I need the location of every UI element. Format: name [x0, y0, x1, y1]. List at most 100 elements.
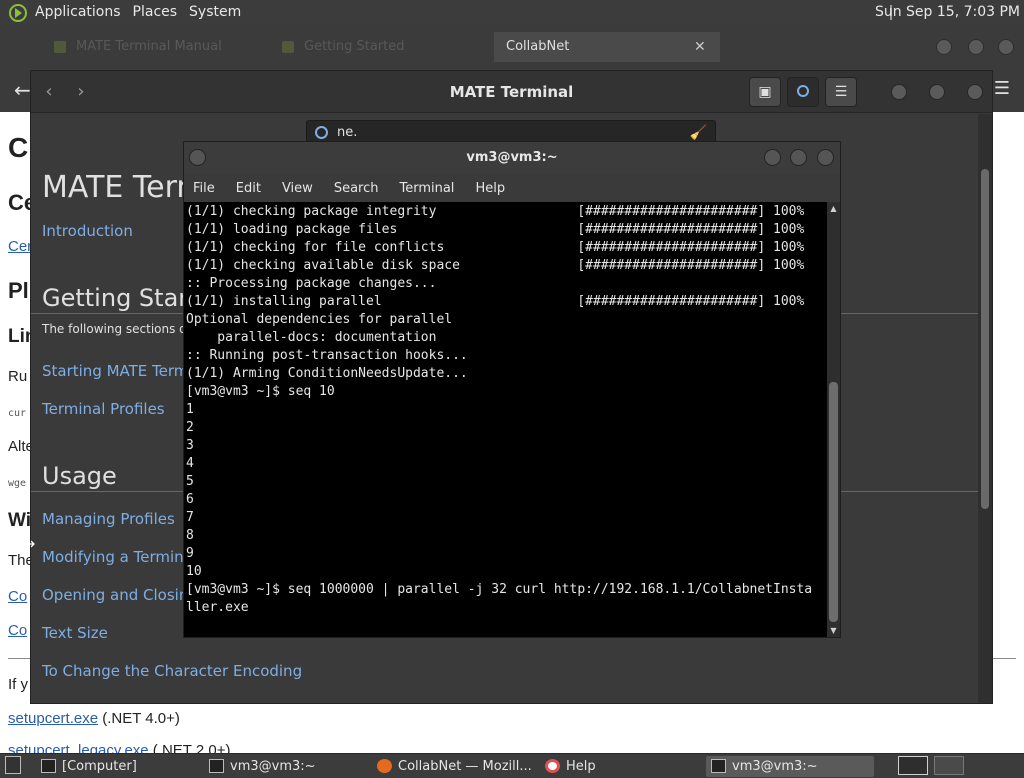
- ff-maximize-icon[interactable]: [968, 39, 984, 55]
- task-help[interactable]: Help: [540, 756, 700, 777]
- terminal-line: 3: [186, 438, 194, 453]
- help-search-button[interactable]: [787, 77, 819, 107]
- terminal-line: 1: [186, 402, 194, 417]
- help-link-profiles[interactable]: Terminal Profiles: [42, 400, 165, 418]
- terminal-icon: [711, 759, 726, 773]
- firefox-tab-2[interactable]: Getting Started: [278, 32, 478, 62]
- top-panel: Applications Places System Sun Sep 15, 7…: [0, 0, 1024, 25]
- terminal-line: [vm3@vm3 ~]$ seq 10: [186, 384, 335, 399]
- tab-favicon-icon: [282, 41, 294, 53]
- terminal-menubar: File Edit View Search Terminal Help: [184, 174, 840, 202]
- terminal-line: 9: [186, 546, 194, 561]
- help-scroll-thumb[interactable]: [981, 169, 989, 509]
- task-computer[interactable]: [Computer]: [36, 756, 196, 777]
- terminal-line: ller.exe: [186, 600, 249, 615]
- terminal-titlebar[interactable]: vm3@vm3:~: [184, 142, 840, 174]
- task-label: [Computer]: [62, 759, 137, 774]
- page-link[interactable]: Co: [8, 588, 27, 605]
- page-section-heading: Wi: [8, 510, 32, 531]
- system-menu[interactable]: System: [183, 0, 247, 25]
- terminal-line: [vm3@vm3 ~]$ seq 1000000 | parallel -j 3…: [186, 582, 813, 597]
- menu-file[interactable]: File: [193, 181, 215, 196]
- terminal-minimize-icon[interactable]: [764, 149, 781, 166]
- terminal-maximize-icon[interactable]: [790, 149, 807, 166]
- help-link-text-size[interactable]: Text Size: [42, 624, 108, 642]
- folder-icon: ▣: [758, 84, 772, 100]
- terminal-close-icon[interactable]: [817, 149, 834, 166]
- firefox-tab-collabnet[interactable]: CollabNet ✕: [494, 32, 720, 62]
- terminal-line: 10: [186, 564, 202, 579]
- page-heading: C: [8, 132, 29, 163]
- tab-label: MATE Terminal Manual: [76, 39, 222, 54]
- help-scrollbar[interactable]: [978, 114, 992, 703]
- mouse-cursor-icon: ⇹: [22, 534, 36, 553]
- applications-menu[interactable]: Applications: [29, 0, 127, 25]
- help-maximize-icon[interactable]: [929, 84, 945, 100]
- task-terminal-2[interactable]: vm3@vm3:~: [706, 756, 874, 777]
- ff-minimize-icon[interactable]: [936, 39, 952, 55]
- scroll-down-arrow-icon[interactable]: ▼: [829, 626, 838, 635]
- ff-close-icon[interactable]: [998, 39, 1014, 55]
- scroll-up-arrow-icon[interactable]: ▲: [829, 204, 838, 213]
- page-section-heading: Pl: [8, 278, 29, 303]
- task-terminal-1[interactable]: vm3@vm3:~: [204, 756, 364, 777]
- terminal-line: (1/1) checking package integrity [######…: [186, 204, 805, 219]
- terminal-line: (1/1) checking for file conflicts [#####…: [186, 240, 805, 255]
- menu-search[interactable]: Search: [334, 181, 379, 196]
- workspace-2[interactable]: [934, 756, 964, 775]
- ff-hamburger-icon[interactable]: ☰: [994, 78, 1010, 99]
- terminal-scroll-thumb[interactable]: [829, 382, 838, 622]
- terminal-output[interactable]: (1/1) checking package integrity [######…: [184, 202, 827, 637]
- page-code: cur: [8, 408, 27, 419]
- workspace-1[interactable]: [898, 756, 928, 775]
- bottom-taskbar: [Computer] vm3@vm3:~ CollabNet — Mozill.…: [0, 753, 1024, 778]
- page-text: If y: [8, 676, 29, 693]
- terminal-line: 6: [186, 492, 194, 507]
- help-minimize-icon[interactable]: [891, 84, 907, 100]
- terminal-line: (1/1) checking available disk space [###…: [186, 258, 805, 273]
- clock[interactable]: Sun Sep 15, 7:03 PM: [875, 0, 1020, 25]
- help-close-icon[interactable]: [967, 84, 983, 100]
- setupcert-suffix: (.NET 4.0+): [98, 710, 180, 727]
- task-label: vm3@vm3:~: [230, 759, 316, 774]
- setupcert-link[interactable]: setupcert.exe: [8, 710, 98, 727]
- computer-icon: [41, 759, 56, 773]
- terminal-line: 4: [186, 456, 194, 471]
- menu-view[interactable]: View: [282, 181, 313, 196]
- page-text: Ru: [8, 368, 28, 385]
- help-menu-button[interactable]: ☰: [825, 77, 857, 107]
- tab-label: Getting Started: [304, 39, 405, 54]
- task-label: Help: [566, 759, 596, 774]
- page-link[interactable]: Cer: [8, 238, 32, 255]
- help-link-managing-profiles[interactable]: Managing Profiles: [42, 510, 175, 528]
- firefox-tab-1[interactable]: MATE Terminal Manual: [50, 32, 260, 62]
- hamburger-icon: ☰: [834, 84, 848, 100]
- ff-back-arrow-icon[interactable]: ←: [14, 78, 31, 102]
- menu-terminal[interactable]: Terminal: [399, 181, 454, 196]
- terminal-line: :: Running post-transaction hooks...: [186, 348, 468, 363]
- help-heading-usage: Usage: [42, 462, 117, 490]
- terminal-line: 8: [186, 528, 194, 543]
- help-headerbar: ‹ › MATE Terminal ▣ ☰: [31, 71, 992, 113]
- page-link[interactable]: Co: [8, 622, 27, 639]
- terminal-line: 2: [186, 420, 194, 435]
- mate-logo-icon[interactable]: [9, 3, 27, 22]
- help-link-encoding[interactable]: To Change the Character Encoding: [42, 662, 302, 680]
- terminal-window: vm3@vm3:~ File Edit View Search Terminal…: [183, 141, 841, 638]
- tab-close-icon[interactable]: ✕: [694, 32, 706, 62]
- help-bookmark-button[interactable]: ▣: [749, 77, 781, 107]
- menu-help[interactable]: Help: [475, 181, 505, 196]
- places-menu[interactable]: Places: [127, 0, 184, 25]
- menu-edit[interactable]: Edit: [236, 181, 261, 196]
- show-desktop-icon[interactable]: [5, 756, 21, 774]
- search-icon: [797, 85, 809, 97]
- desktop: Applications Places System Sun Sep 15, 7…: [0, 0, 1024, 778]
- terminal-line: (1/1) loading package files [###########…: [186, 222, 805, 237]
- terminal-scrollbar[interactable]: ▲ ▼: [827, 202, 840, 637]
- task-label: vm3@vm3:~: [732, 759, 818, 774]
- task-firefox[interactable]: CollabNet — Mozill...: [372, 756, 532, 777]
- terminal-line: (1/1) installing parallel [#############…: [186, 294, 805, 309]
- help-link-introduction[interactable]: Introduction: [42, 222, 133, 240]
- search-icon: [315, 126, 328, 139]
- terminal-line: (1/1) Arming ConditionNeedsUpdate...: [186, 366, 468, 381]
